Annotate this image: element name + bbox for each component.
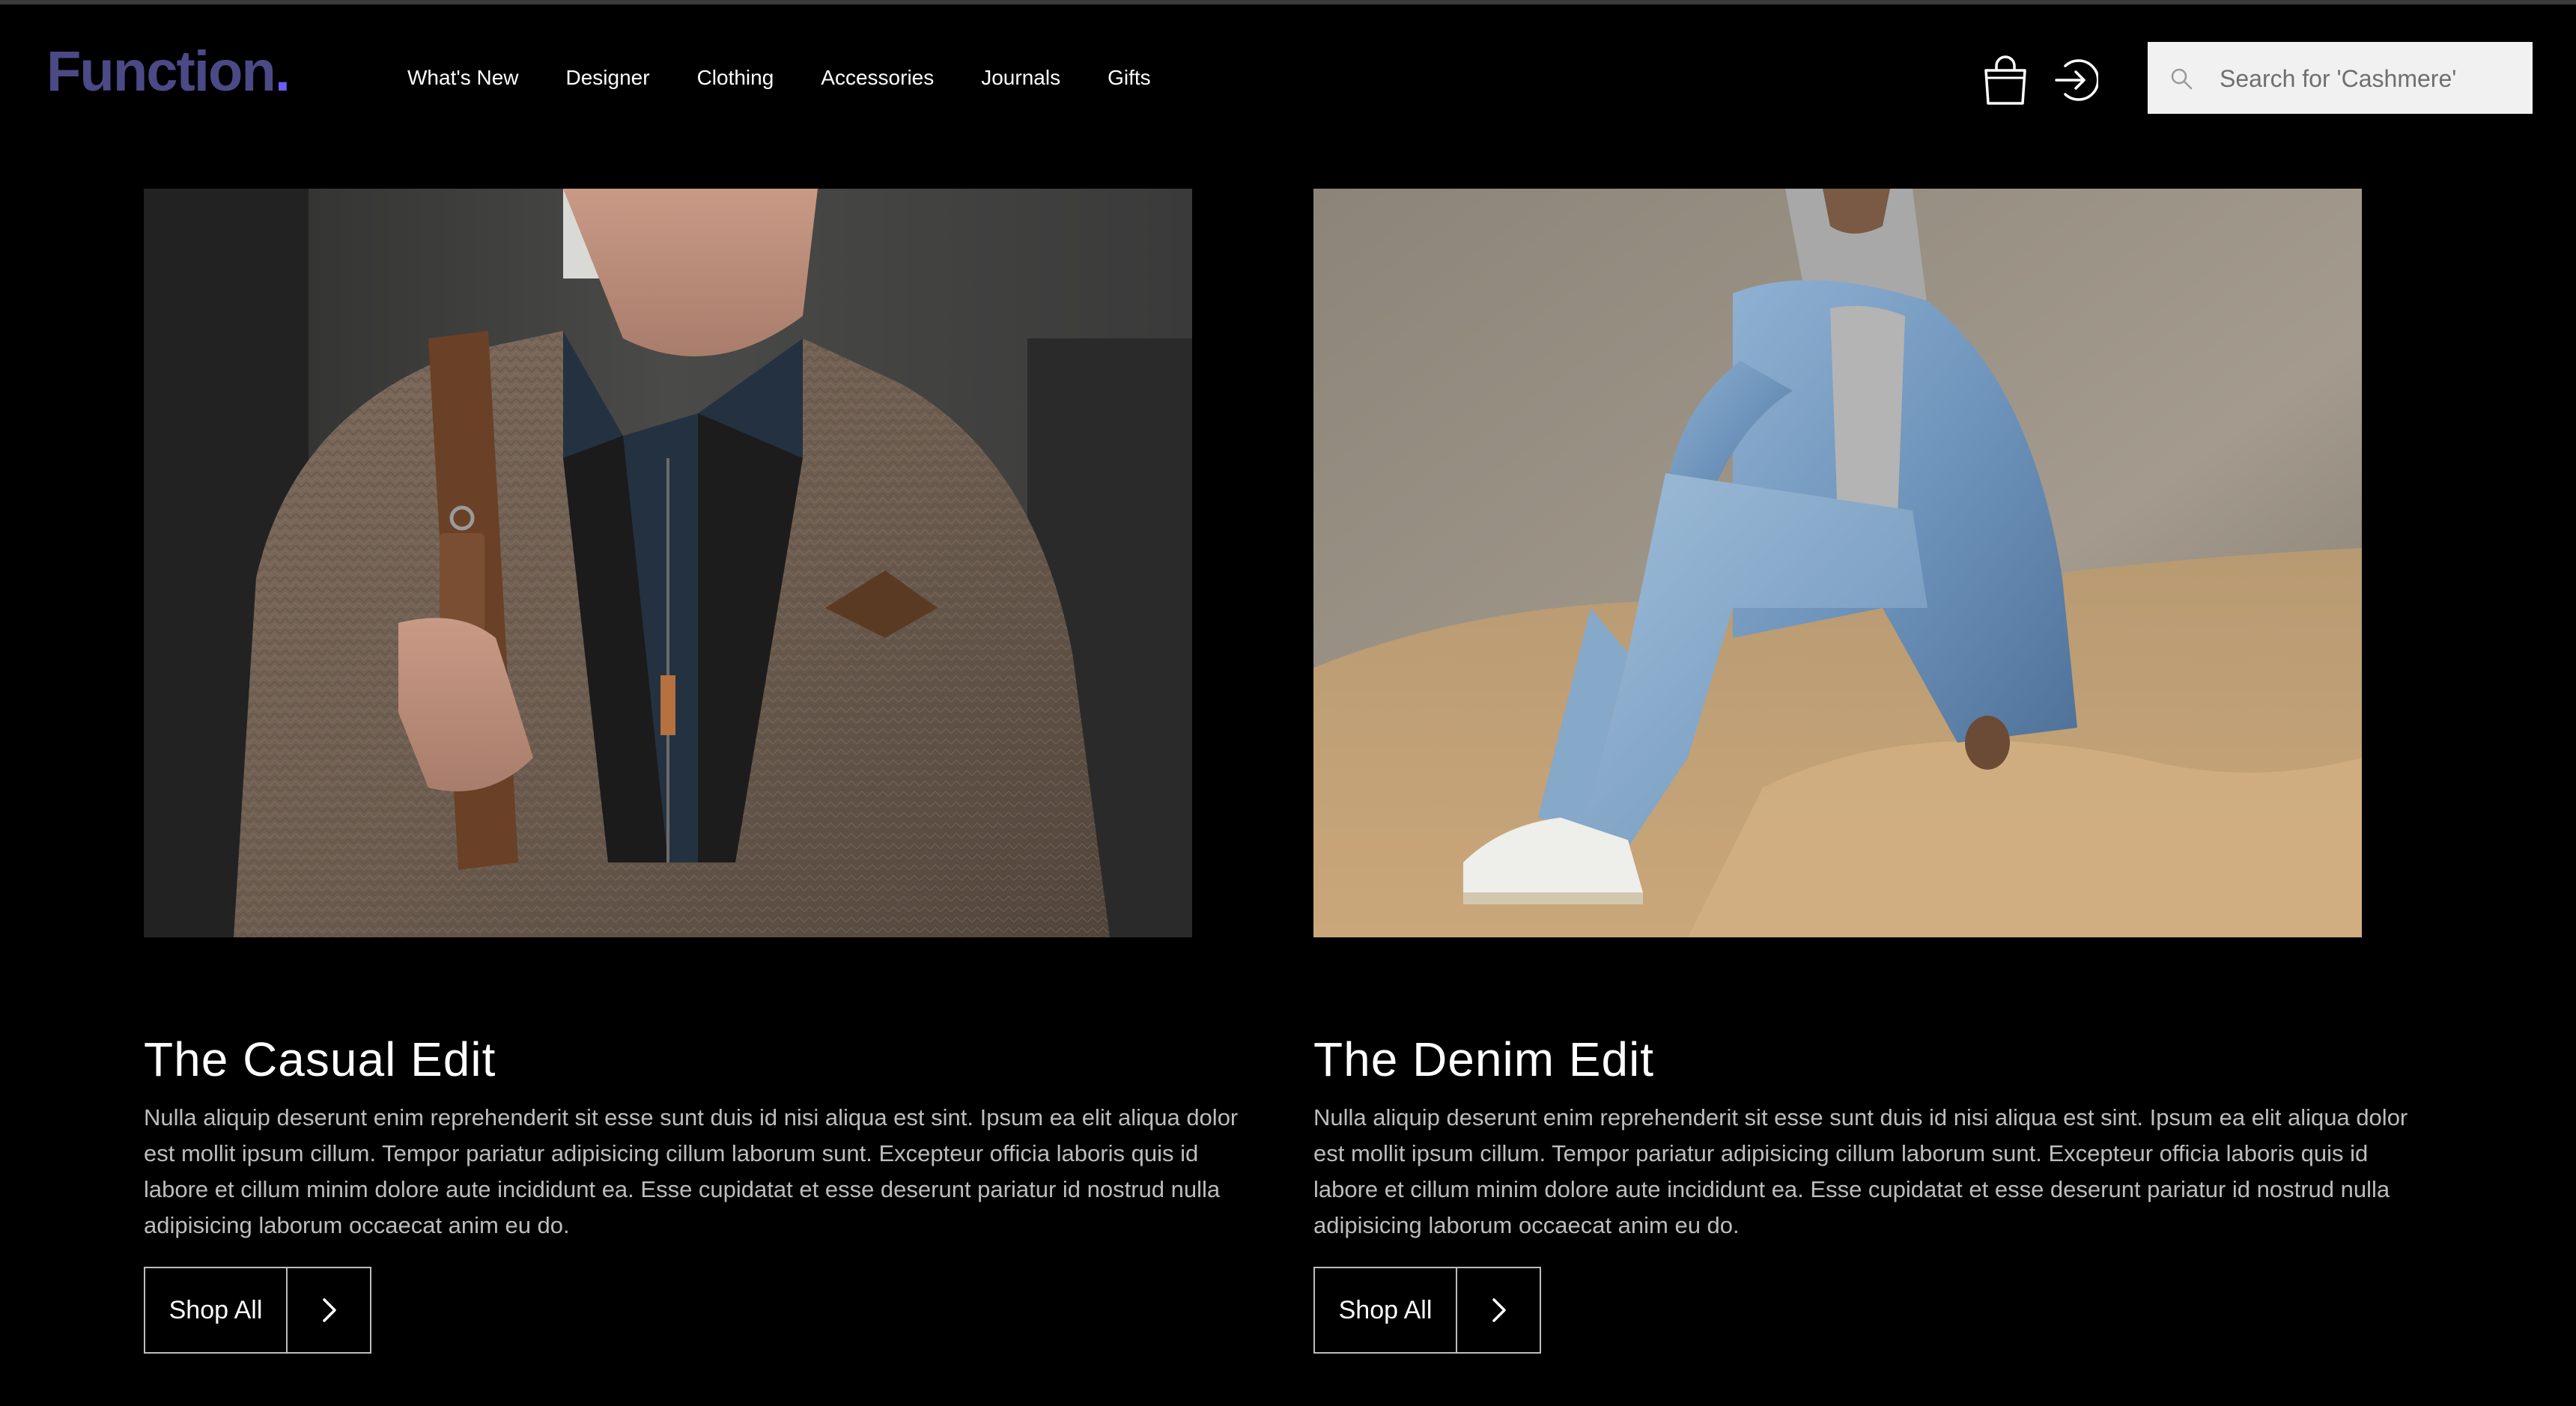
nav-item-accessories[interactable]: Accessories xyxy=(821,67,934,88)
shop-all-button[interactable]: Shop All xyxy=(1313,1267,1541,1354)
search-icon xyxy=(2170,67,2193,90)
chevron-right-icon xyxy=(288,1268,370,1352)
nav-item-whats-new[interactable]: What's New xyxy=(407,67,519,88)
main-nav: What's New Designer Clothing Accessories… xyxy=(407,67,1198,88)
shopping-bag-icon[interactable] xyxy=(1981,52,2029,106)
denim-edit-image[interactable] xyxy=(1313,189,2362,937)
shop-all-label: Shop All xyxy=(145,1268,288,1352)
brand-logo[interactable]: Function. xyxy=(46,40,291,103)
card-description: Nulla aliquip deserunt enim reprehenderi… xyxy=(144,1104,1239,1238)
site-header: Function. What's New Designer Clothing A… xyxy=(0,4,2576,154)
card-description: Nulla aliquip deserunt enim reprehenderi… xyxy=(1313,1104,2408,1238)
brand-logo-text: Function xyxy=(46,40,276,103)
chevron-right-icon xyxy=(1457,1268,1540,1352)
search-box[interactable] xyxy=(2148,42,2533,115)
card-title: The Casual Edit xyxy=(144,1032,496,1087)
edit-card-denim: The Denim Edit Nulla aliquip deserunt en… xyxy=(1313,189,2414,1354)
shop-all-label: Shop All xyxy=(1315,1268,1457,1352)
nav-item-clothing[interactable]: Clothing xyxy=(697,67,774,88)
edit-card-casual: The Casual Edit Nulla aliquip deserunt e… xyxy=(144,189,1245,1354)
brand-logo-dot: . xyxy=(274,40,291,103)
nav-item-gifts[interactable]: Gifts xyxy=(1108,67,1151,88)
card-title: The Denim Edit xyxy=(1313,1032,1655,1087)
search-input[interactable] xyxy=(2218,42,2521,115)
shop-all-button[interactable]: Shop All xyxy=(144,1267,371,1354)
casual-edit-image[interactable] xyxy=(144,189,1192,937)
nav-item-journals[interactable]: Journals xyxy=(981,67,1060,88)
sign-in-arrow-icon[interactable] xyxy=(2052,57,2100,103)
nav-item-designer[interactable]: Designer xyxy=(566,67,650,88)
